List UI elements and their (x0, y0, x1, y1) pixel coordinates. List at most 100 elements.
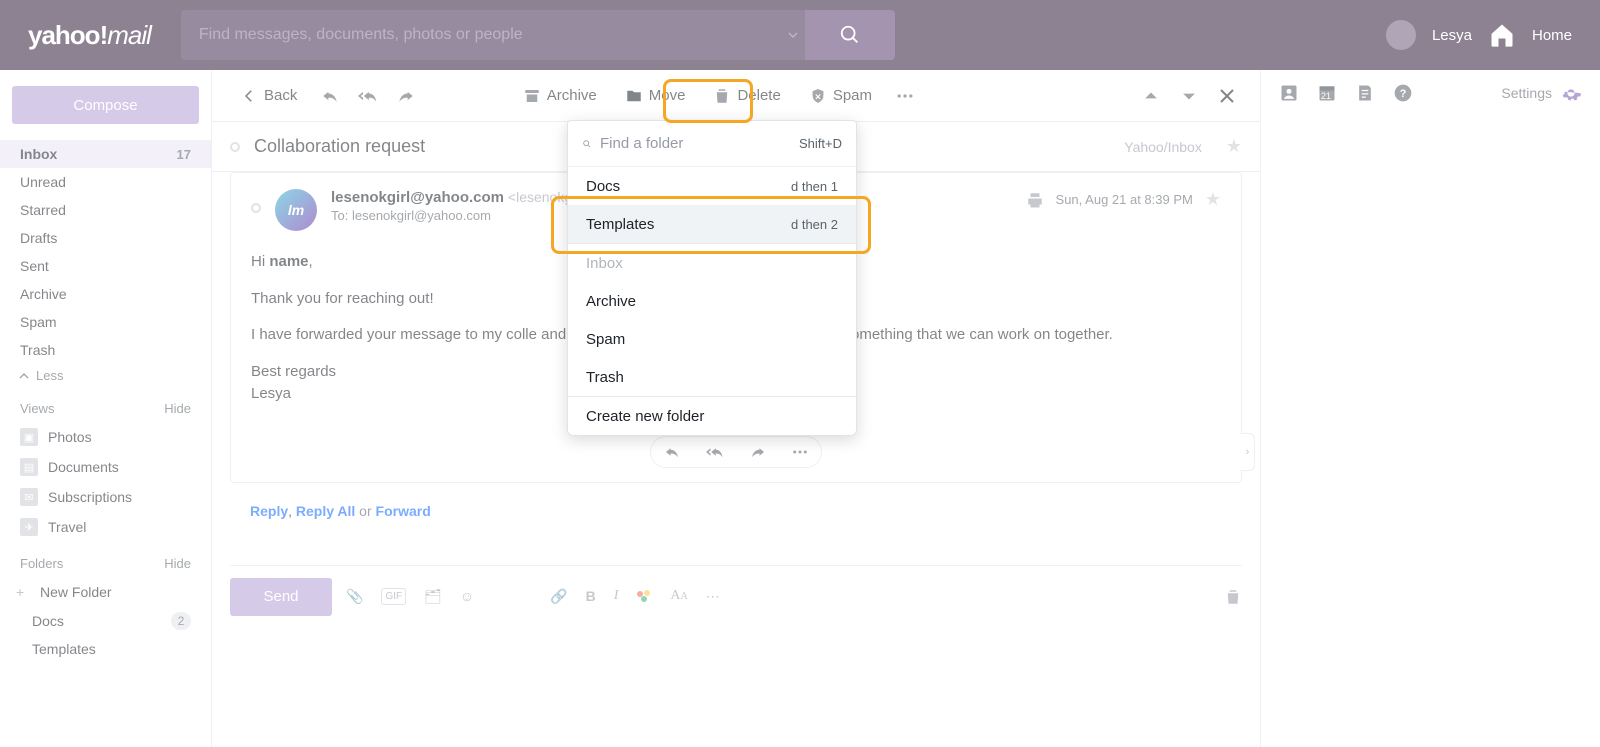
settings-link[interactable]: Settings (1501, 82, 1582, 104)
folders-header: Folders Hide (0, 542, 211, 577)
collapse-less[interactable]: Less (0, 364, 211, 387)
dd-item-spam[interactable]: Spam (568, 320, 856, 358)
archive-button[interactable]: Archive (513, 81, 607, 111)
folder-starred[interactable]: Starred (0, 196, 211, 224)
italic-icon[interactable]: I (614, 588, 619, 605)
message-meta-right: Sun, Aug 21 at 8:39 PM ★ (1026, 189, 1221, 210)
back-button[interactable]: Back (230, 81, 307, 111)
bold-icon[interactable]: B (586, 588, 596, 605)
reply-icon-button[interactable] (315, 81, 345, 111)
close-button[interactable] (1212, 81, 1242, 111)
qa-reply[interactable] (662, 443, 682, 461)
user-avatar[interactable] (1386, 20, 1416, 50)
username[interactable]: Lesya (1432, 27, 1472, 44)
link-icon[interactable]: 🔗 (550, 588, 567, 605)
home-icon[interactable] (1488, 21, 1516, 49)
reply-icon (320, 86, 340, 106)
delete-button[interactable]: Delete (703, 81, 790, 111)
forward-link[interactable]: Forward (376, 503, 431, 519)
star-toggle[interactable]: ★ (1226, 136, 1242, 157)
view-travel[interactable]: ✈Travel (0, 512, 211, 542)
dd-item-trash[interactable]: Trash (568, 358, 856, 396)
stationery-icon[interactable]: 🗂 (424, 588, 442, 605)
dd-item-inbox: Inbox (568, 244, 856, 282)
system-folders: Inbox17 Unread Starred Drafts Sent Archi… (0, 140, 211, 364)
views-hide[interactable]: Hide (164, 401, 191, 416)
dd-item-templates[interactable]: Templates d then 2 (568, 205, 856, 243)
search-button[interactable] (805, 10, 895, 60)
qa-more[interactable] (790, 443, 810, 461)
more-button[interactable] (890, 81, 920, 111)
view-subscriptions[interactable]: ✉Subscriptions (0, 482, 211, 512)
color-icon[interactable] (636, 588, 652, 605)
contacts-icon[interactable] (1279, 83, 1299, 103)
move-button[interactable]: Move (615, 81, 696, 111)
folders-hide[interactable]: Hide (164, 556, 191, 571)
reply-all-icon (704, 443, 726, 461)
gif-icon[interactable]: GIF (381, 588, 406, 605)
view-documents[interactable]: ▤Documents (0, 452, 211, 482)
dd-search-input[interactable] (600, 135, 799, 152)
collapse-up-button[interactable] (1136, 81, 1166, 111)
dd-create-folder[interactable]: Create new folder (568, 397, 856, 435)
msg-star-toggle[interactable]: ★ (1205, 189, 1221, 210)
folder-spam[interactable]: Spam (0, 308, 211, 336)
move-icon (625, 87, 643, 105)
search-group (181, 10, 895, 60)
logo[interactable]: yahoo!mail (28, 20, 151, 51)
qa-forward[interactable] (748, 443, 768, 461)
photos-icon: ▣ (20, 428, 38, 446)
qa-reply-all[interactable] (704, 443, 726, 461)
archive-icon (523, 87, 541, 105)
discard-button[interactable] (1224, 588, 1242, 606)
forward-icon (748, 443, 768, 461)
quick-actions (650, 436, 822, 468)
folder-drafts[interactable]: Drafts (0, 224, 211, 252)
folder-trash[interactable]: Trash (0, 336, 211, 364)
right-rail: 21 ? Settings (1260, 70, 1600, 747)
dd-item-docs[interactable]: Docs d then 1 (568, 167, 856, 205)
view-photos[interactable]: ▣Photos (0, 422, 211, 452)
reply-all-link[interactable]: Reply All (296, 503, 355, 519)
help-icon[interactable]: ? (1393, 83, 1413, 103)
font-icon[interactable]: AA (670, 588, 687, 605)
calendar-icon[interactable]: 21 (1317, 83, 1337, 103)
print-icon[interactable] (1026, 191, 1044, 209)
forward-icon (396, 86, 416, 106)
spam-button[interactable]: Spam (799, 81, 882, 111)
notepad-icon[interactable] (1355, 83, 1375, 103)
reply-link[interactable]: Reply (250, 503, 288, 519)
new-folder[interactable]: + New Folder (0, 577, 211, 607)
folder-unread[interactable]: Unread (0, 168, 211, 196)
user-folder-templates[interactable]: Templates (0, 635, 211, 663)
folder-sent[interactable]: Sent (0, 252, 211, 280)
documents-icon: ▤ (20, 458, 38, 476)
reply-links: Reply, Reply All or Forward (212, 483, 1260, 539)
app-header: yahoo!mail Lesya Home (0, 0, 1600, 70)
expand-down-button[interactable] (1174, 81, 1204, 111)
dd-item-archive[interactable]: Archive (568, 282, 856, 320)
search-scope-dropdown[interactable] (781, 10, 805, 60)
search-input[interactable] (181, 10, 781, 60)
attach-icon[interactable]: 📎 (346, 588, 363, 605)
msg-read-indicator[interactable] (251, 203, 261, 213)
folder-inbox[interactable]: Inbox17 (0, 140, 211, 168)
search-icon (839, 24, 861, 46)
folder-archive[interactable]: Archive (0, 280, 211, 308)
close-icon (1219, 88, 1235, 104)
comp-more-icon[interactable]: ⋯ (706, 588, 720, 605)
search-icon (582, 136, 592, 152)
home-label[interactable]: Home (1532, 27, 1572, 44)
compose-button[interactable]: Compose (12, 86, 199, 124)
plus-icon: + (16, 584, 30, 600)
user-folder-docs[interactable]: Docs 2 (0, 607, 211, 635)
send-button[interactable]: Send (230, 578, 332, 616)
sender-avatar[interactable]: lm (275, 189, 317, 231)
emoji-icon[interactable]: ☺ (460, 588, 474, 605)
forward-icon-button[interactable] (391, 81, 421, 111)
expand-tab[interactable]: › (1241, 433, 1255, 471)
reply-all-icon-button[interactable] (353, 81, 383, 111)
logo-product: mail (107, 20, 151, 50)
chevron-down-icon (1182, 89, 1196, 103)
read-indicator[interactable] (230, 142, 240, 152)
